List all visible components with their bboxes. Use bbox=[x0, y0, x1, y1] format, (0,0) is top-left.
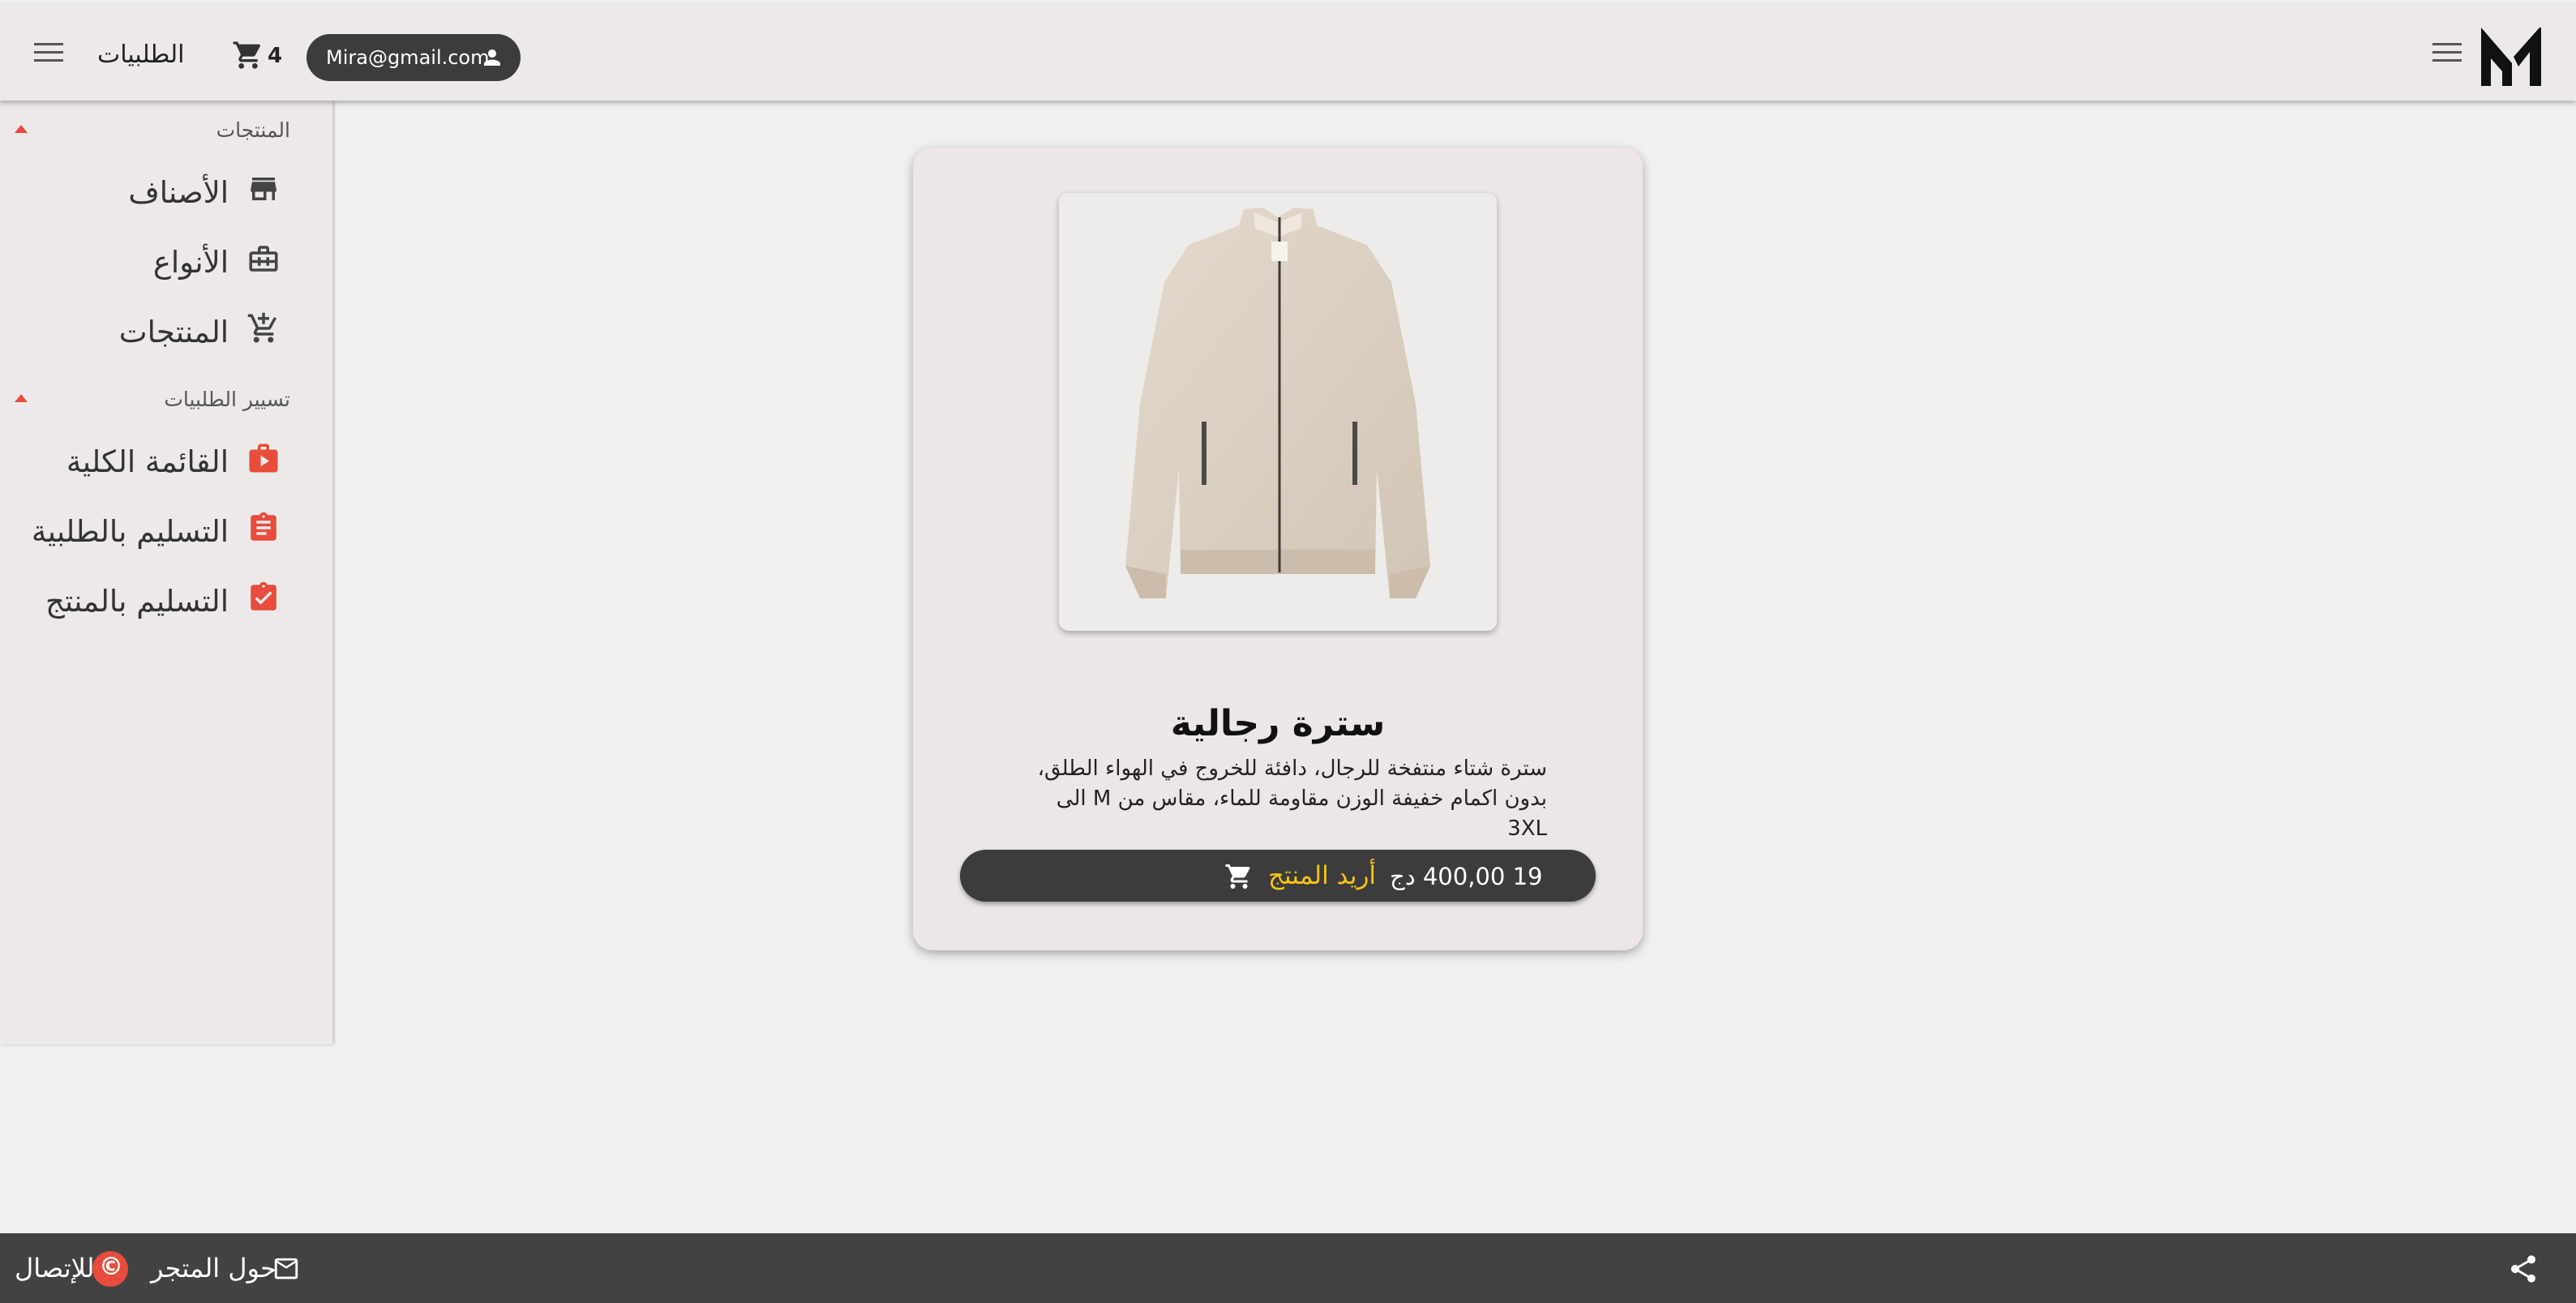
product-title: سترة رجالية bbox=[1170, 703, 1386, 744]
cart-icon bbox=[1225, 864, 1250, 889]
about-store-link[interactable]: حول المتجر bbox=[151, 1253, 276, 1284]
jacket-illustration bbox=[1125, 208, 1430, 598]
contact-link[interactable]: للإتصال bbox=[15, 1253, 95, 1284]
menu-icon[interactable] bbox=[2432, 41, 2463, 65]
user-email: Mira@gmail.com bbox=[326, 46, 490, 69]
store-icon bbox=[251, 178, 276, 200]
sidebar-item-label: الأصناف bbox=[128, 175, 229, 210]
product-image[interactable] bbox=[1059, 193, 1497, 631]
sidebar-item-label: التسليم بالمنتج bbox=[45, 584, 229, 619]
person-icon bbox=[484, 49, 500, 66]
sidebar-section-orders: تسيير الطلبيات bbox=[164, 388, 290, 411]
sidebar: المنتجات الأصناف الأنواع المنتجات تسيير … bbox=[0, 101, 332, 1044]
sidebar-item-label: الأنواع bbox=[152, 245, 229, 280]
sidebar-item-label: التسليم بالطلبية bbox=[31, 514, 229, 549]
sidebar-item-label: المنتجات bbox=[118, 315, 229, 349]
product-description: سترة شتاء منتفخة للرجال، دافئة للخروج في… bbox=[1037, 757, 1547, 841]
copyright-icon[interactable] bbox=[92, 1251, 128, 1287]
footer: للإتصال حول المتجر bbox=[0, 1233, 2576, 1303]
store-logo[interactable] bbox=[2480, 24, 2544, 88]
shopping-bag-icon bbox=[249, 444, 278, 473]
top-app-bar: الطلبيات 4 Mira@gmail.com bbox=[0, 5, 2576, 101]
cart-count: 4 bbox=[268, 44, 283, 68]
orders-link[interactable]: الطلبيات bbox=[97, 41, 185, 69]
cart-button[interactable]: 4 bbox=[232, 39, 305, 71]
clipboard-list-icon bbox=[251, 512, 276, 541]
sidebar-item-label: القائمة الكلية bbox=[66, 444, 229, 479]
share-icon[interactable] bbox=[2507, 1253, 2540, 1285]
sidebar-section-products: المنتجات bbox=[216, 118, 290, 142]
product-card: سترة رجالية سترة شتاء منتفخة للرجال، داف… bbox=[913, 148, 1643, 950]
menu-icon[interactable] bbox=[34, 41, 65, 65]
add-cart-icon bbox=[247, 312, 277, 343]
buy-product-button[interactable]: أريد المنتج 19 400,00 دج bbox=[960, 850, 1596, 902]
briefcase-icon bbox=[249, 246, 278, 272]
product-price: 19 400,00 دج bbox=[1390, 863, 1543, 890]
mail-icon[interactable] bbox=[272, 1258, 300, 1282]
clipboard-check-icon bbox=[251, 581, 276, 611]
cart-icon bbox=[233, 41, 261, 69]
user-account-chip[interactable]: Mira@gmail.com bbox=[306, 34, 521, 81]
collapse-caret-icon[interactable] bbox=[15, 125, 28, 133]
collapse-caret-icon[interactable] bbox=[15, 394, 28, 402]
buy-label: أريد المنتج bbox=[1268, 861, 1377, 890]
